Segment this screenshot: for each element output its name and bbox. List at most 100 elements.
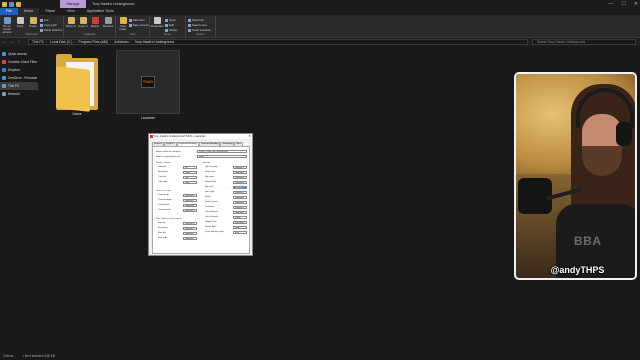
binding-field[interactable]: Numpad 9 [233,191,247,194]
binding-field[interactable]: Numpad 0 [233,206,247,209]
rename-button[interactable]: Rename [102,17,114,28]
breadcrumb-this-pc[interactable]: This PC [32,40,44,44]
group-title: Park editor camera control [156,218,182,220]
star-icon [2,52,6,56]
tab-share[interactable]: Share [39,8,61,15]
binding-field[interactable]: Numpad 1 [233,196,247,199]
dialog-title: Tony Hawk's Underground THUG - Launcher [154,135,206,138]
binding-label: Switch revert [205,201,218,203]
edit-icon [165,23,168,27]
dialog-body: Select player to configure Player 1 (and… [152,146,250,254]
binding-label: Camera down [158,199,172,201]
properties-icon[interactable] [9,1,14,7]
forward-arrow-icon[interactable]: → [10,38,14,46]
nav-item-dropbox[interactable]: Dropbox [0,66,38,74]
binding-field[interactable]: Numpad 8 [183,194,197,197]
window-controls: — ☐ ✕ [608,0,638,8]
new-item-button[interactable]: New item [129,18,145,22]
window-title: Tony Hawk's Underground [92,2,135,6]
binding-field[interactable]: Up [183,166,197,169]
select-none-button[interactable]: Select none [188,23,207,27]
binding-field[interactable]: Left [183,176,197,179]
nav-item-onedrive[interactable]: OneDrive - Personal [0,74,38,82]
player-select[interactable]: Player 1 (and Pad Configuration) [197,150,247,153]
binding-field[interactable]: Numpad 5 [233,166,247,169]
cut-button[interactable]: Cut [40,18,48,22]
group-label: Organize [83,32,96,36]
binding-field[interactable]: Numpad 4 [233,176,247,179]
search-input[interactable]: Search Tony Hawk's Underground [532,39,636,45]
gamepad-select[interactable]: None [197,155,247,158]
breadcrumb-program-files[interactable]: Program Files (x86) [78,40,108,44]
paste-button[interactable]: Paste [27,17,39,28]
open-button[interactable]: Open [165,18,176,22]
binding-field[interactable]: End [233,231,247,234]
thug-app-icon: THUG [141,76,155,88]
binding-field[interactable]: Numpad 4 [183,204,197,207]
binding-field[interactable]: Down [183,171,197,174]
close-icon[interactable]: ✕ [248,134,251,139]
nav-item-creative-cloud[interactable]: Creative Cloud Files [0,58,38,66]
binding-label: Item right [158,237,168,239]
move-to-button[interactable]: Move to [65,17,77,28]
back-arrow-icon[interactable]: ← [2,38,6,46]
launcher-dialog: Tony Hawk's Underground THUG - Launcher … [148,133,253,256]
file-item-game[interactable]: Game [56,54,98,116]
group-label: New [129,32,136,36]
copy-path-button[interactable]: Copy path [40,23,57,27]
binding-field[interactable]: Numpad 2 [233,211,247,214]
minimize-button[interactable]: — [608,0,613,8]
binding-label: Item up [158,222,166,224]
easy-access-button[interactable]: Easy access [129,23,149,27]
binding-field[interactable]: Numpad 3 [233,201,247,204]
address-input[interactable]: This PC › Local Disk (C:) › Program Files … [28,39,528,45]
binding-field[interactable]: Delete [233,216,247,219]
onedrive-icon [2,76,6,80]
nav-item-quick-access[interactable]: Quick access [0,50,38,58]
copy-to-button[interactable]: Copy to [77,17,89,28]
binding-field[interactable]: Numpad 6 [233,171,247,174]
binding-field[interactable]: Numpad 7 [183,232,197,235]
breadcrumb-thug[interactable]: Tony Hawk's Underground [135,40,175,44]
properties-button[interactable]: Properties [151,17,163,28]
breadcrumb-local-disk[interactable]: Local Disk (C:) [50,40,72,44]
binding-field[interactable]: Numpad 1 [183,237,197,240]
tab-file[interactable]: File [0,8,18,15]
binding-field[interactable]: Numpad 8 [233,181,247,184]
new-folder-button[interactable]: New folder [117,17,129,31]
select-all-button[interactable]: Select all [188,18,203,22]
tab-application-tools[interactable]: Application Tools [81,8,120,15]
select-all-icon [188,18,191,22]
breadcrumb-activision[interactable]: Activision [114,40,128,44]
close-button[interactable]: ✕ [634,0,638,8]
binding-label: Nollie [205,196,211,198]
delete-icon [91,17,99,24]
up-arrow-icon[interactable]: ↑ [18,38,20,46]
binding-field[interactable]: Space [233,226,247,229]
manage-context-tab[interactable]: Manage [60,0,86,8]
maximize-button[interactable]: ☐ [621,0,625,8]
new-folder-icon[interactable] [16,1,21,7]
nav-item-network[interactable]: Network [0,90,38,98]
delete-button[interactable]: Delete [89,17,101,28]
file-item-launcher[interactable]: THUG Launcher [116,50,180,120]
nav-item-this-pc[interactable]: This PC [0,82,38,90]
selection-info: 1 item selected 348 KB [22,354,55,358]
binding-field[interactable]: Numpad 2 [183,199,197,202]
binding-field[interactable]: Numpad 3 [183,227,197,230]
binding-field[interactable]: Right [183,181,197,184]
edit-button[interactable]: Edit [165,23,174,27]
group-title: Skater controls [156,162,171,164]
binding-label: Forward [158,166,167,168]
binding-field[interactable]: Numpad 6 [183,209,197,212]
binding-field[interactable]: Numpad 9 [183,222,197,225]
copy-button[interactable]: Copy [14,17,26,28]
binding-field[interactable]: Backspace [233,221,247,224]
webcam-overlay: BBA @andyTHPS [514,72,637,280]
new-folder-icon [119,17,127,24]
tab-home[interactable]: Home [17,8,40,15]
tab-view[interactable]: View [61,8,81,15]
new-group: New folder New item Easy access New [116,16,150,37]
binding-field[interactable]: Numpad 7 [233,186,247,189]
folder-icon[interactable] [2,1,7,7]
